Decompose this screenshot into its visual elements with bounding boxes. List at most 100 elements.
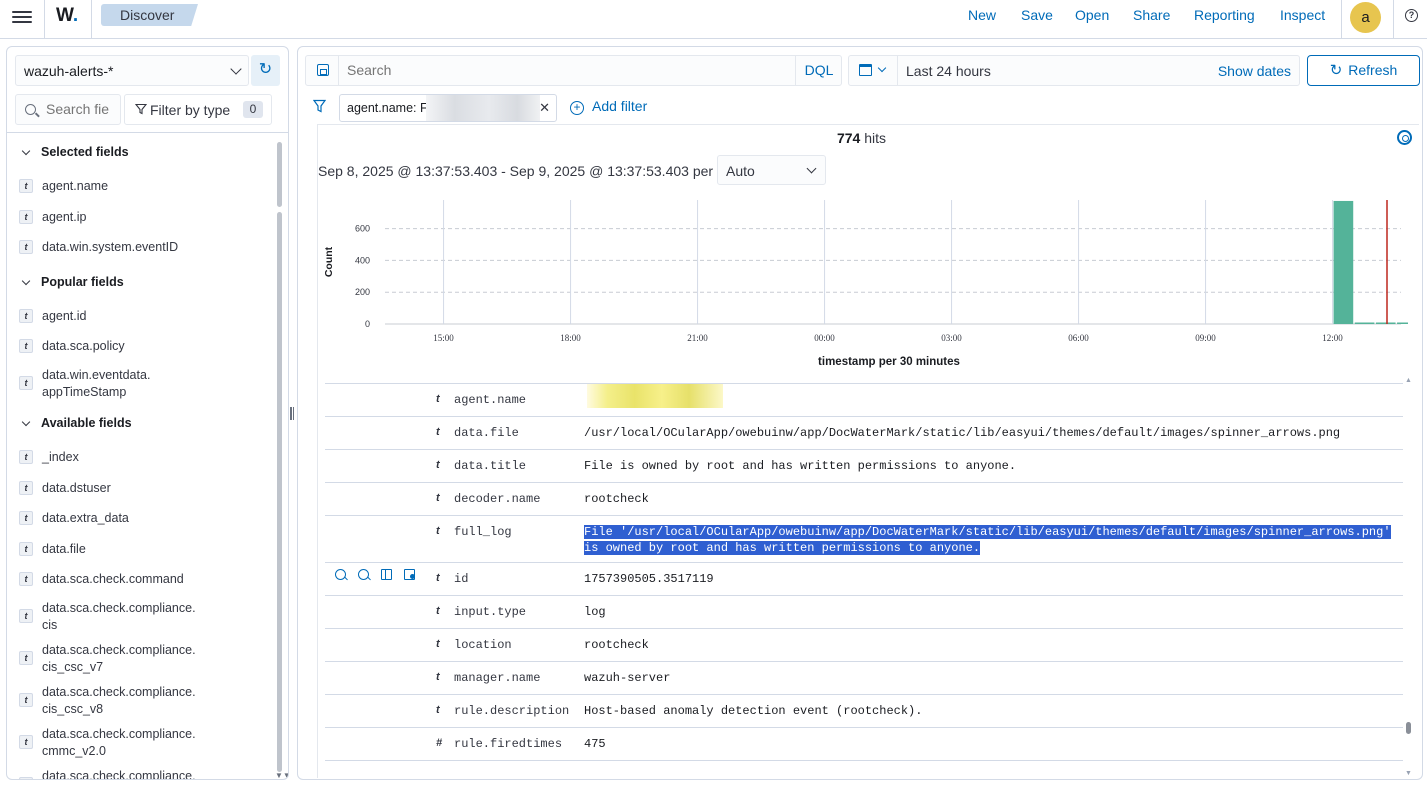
field-search[interactable] — [15, 94, 121, 125]
string-type-icon: t — [19, 572, 33, 586]
index-pattern-select[interactable]: wazuh-alerts-* — [15, 55, 249, 86]
doc-field-name: location — [454, 638, 512, 652]
doc-field-row[interactable]: t data.file/usr/local/OCularApp/owebuinw/… — [325, 417, 1403, 450]
scroll-down-arrow-icon[interactable]: ▼▼ — [275, 771, 288, 779]
field-item[interactable]: t data.win.eventdata. appTimeStamp — [19, 367, 269, 401]
doc-field-row[interactable]: t location rootcheck — [325, 629, 1403, 662]
filter-by-type-button[interactable]: Filter by type 0 — [124, 94, 272, 125]
available-fields-header[interactable]: Available fields — [21, 416, 132, 430]
popular-fields-header[interactable]: Popular fields — [21, 275, 124, 289]
open-button[interactable]: Open — [1075, 7, 1109, 23]
menu-icon[interactable] — [12, 8, 32, 28]
zoom-in-icon[interactable] — [335, 569, 346, 580]
field-search-input[interactable] — [46, 101, 118, 117]
filter-pill-agent-name[interactable]: agent.name: F ✕ — [339, 94, 557, 122]
saved-query-icon[interactable] — [306, 56, 339, 85]
string-type-icon: t — [19, 376, 33, 390]
document-scrollbar-thumb[interactable] — [1406, 722, 1411, 734]
scroll-down-arrow-icon[interactable]: ▼ — [1405, 770, 1412, 777]
doc-field-name: decoder.name — [454, 492, 541, 506]
doc-field-value: rootcheck — [584, 638, 649, 652]
doc-field-row[interactable]: t id 1757390505.3517119 — [325, 563, 1403, 596]
chevron-down-icon — [21, 146, 31, 156]
scroll-up-arrow-icon[interactable]: ▲ — [1405, 377, 1412, 384]
field-list: Selected fields t agent.name t agent.ip td… — [7, 132, 288, 779]
string-type-icon: t — [436, 459, 440, 471]
user-avatar[interactable]: a — [1350, 2, 1381, 33]
histogram-bar — [1333, 200, 1354, 324]
close-icon[interactable]: ✕ — [539, 100, 550, 116]
row-actions — [335, 569, 425, 583]
doc-field-row[interactable]: t full_log File '/usr/local/OCularApp/oweb… — [325, 516, 1403, 563]
string-type-icon: t — [436, 605, 440, 617]
doc-field-row[interactable]: t agent.name — [325, 384, 1403, 417]
results-area: 774 hits Sep 8, 2025 @ 13:37:53.403 - Se… — [317, 124, 1419, 778]
string-type-icon: t — [19, 240, 33, 254]
resize-handle[interactable] — [290, 407, 295, 420]
gear-icon[interactable] — [1397, 130, 1412, 145]
filter-pill-label: agent.name: F — [347, 101, 428, 115]
chevron-down-icon — [21, 276, 31, 286]
doc-field-row[interactable]: t data.title File is owned by root and has… — [325, 450, 1403, 483]
string-type-icon: t — [19, 339, 33, 353]
doc-field-row[interactable]: t manager.name wazuh-server — [325, 662, 1403, 695]
dql-toggle[interactable]: DQL — [795, 56, 842, 85]
field-item[interactable]: t data.sca.check.compliance. cis_csc_v7 — [19, 642, 269, 676]
chevron-down-icon — [806, 163, 817, 174]
interval-select[interactable]: Auto — [717, 155, 826, 185]
string-type-icon: t — [19, 450, 33, 464]
save-button[interactable]: Save — [1021, 7, 1053, 23]
x-tick-label: 15:00 — [433, 333, 454, 343]
chevron-down-icon — [21, 417, 31, 427]
date-range-text[interactable]: Last 24 hours — [906, 63, 991, 79]
doc-field-row[interactable]: t rule.description Host-based anomaly dete… — [325, 695, 1403, 728]
doc-field-row[interactable]: t input.type log — [325, 596, 1403, 629]
inspect-button[interactable]: Inspect — [1280, 7, 1325, 23]
doc-field-name: id — [454, 572, 469, 586]
app-logo[interactable]: W. — [56, 5, 78, 27]
toggle-column-icon[interactable] — [381, 569, 392, 580]
histogram-bar — [1375, 322, 1396, 324]
help-icon[interactable]: ? — [1405, 9, 1418, 22]
breadcrumb-discover[interactable]: Discover — [101, 4, 198, 26]
chevron-down-icon — [877, 63, 887, 73]
y-tick-label: 400 — [355, 255, 370, 265]
show-dates-link[interactable]: Show dates — [1218, 63, 1291, 79]
histogram-bar — [1354, 322, 1375, 324]
string-type-icon: t — [19, 511, 33, 525]
filter-exists-icon[interactable] — [404, 569, 415, 580]
y-tick-label: 200 — [355, 287, 370, 297]
zoom-out-icon[interactable] — [358, 569, 369, 580]
filter-icon — [134, 102, 148, 118]
doc-field-row[interactable]: t decoder.name rootcheck — [325, 483, 1403, 516]
filter-icon[interactable] — [312, 99, 327, 113]
y-tick-label: 0 — [365, 319, 370, 329]
selected-fields-header[interactable]: Selected fields — [21, 145, 129, 159]
field-item[interactable]: t data.sca.check.compliance. cmmc_v2.0 — [19, 726, 269, 760]
x-tick-label: 06:00 — [1068, 333, 1089, 343]
query-input[interactable] — [347, 62, 787, 78]
field-item[interactable]: t data.sca.check.compliance. cis — [19, 600, 269, 634]
refresh-index-icon[interactable]: ↻ — [251, 55, 280, 86]
calendar-icon — [859, 64, 872, 76]
number-type-icon: # — [436, 737, 443, 749]
add-filter-button[interactable]: + Add filter — [570, 98, 647, 115]
string-type-icon: t — [436, 671, 440, 683]
new-button[interactable]: New — [968, 7, 996, 23]
field-item[interactable]: t data.sca.check.compliance. cis_csc_v8 — [19, 684, 269, 718]
reporting-button[interactable]: Reporting — [1194, 7, 1255, 23]
string-type-icon: t — [436, 426, 440, 438]
discover-main: DQL Last 24 hours Show dates ↻Refresh ag… — [297, 46, 1423, 780]
share-button[interactable]: Share — [1133, 7, 1170, 23]
quick-select-button[interactable] — [849, 56, 898, 85]
string-type-icon: t — [19, 179, 33, 193]
string-type-icon: t — [19, 309, 33, 323]
refresh-button[interactable]: ↻ Refresh — [1307, 55, 1420, 86]
string-type-icon: t — [19, 542, 33, 556]
doc-field-name: manager.name — [454, 671, 541, 685]
doc-field-row[interactable]: # rule.firedtimes 475 — [325, 728, 1403, 761]
sidebar-scrollbar-thumb[interactable] — [277, 142, 282, 207]
string-type-icon: t — [19, 609, 33, 623]
sidebar-scrollbar-track[interactable] — [277, 212, 282, 772]
date-picker: Last 24 hours Show dates — [848, 55, 1300, 86]
